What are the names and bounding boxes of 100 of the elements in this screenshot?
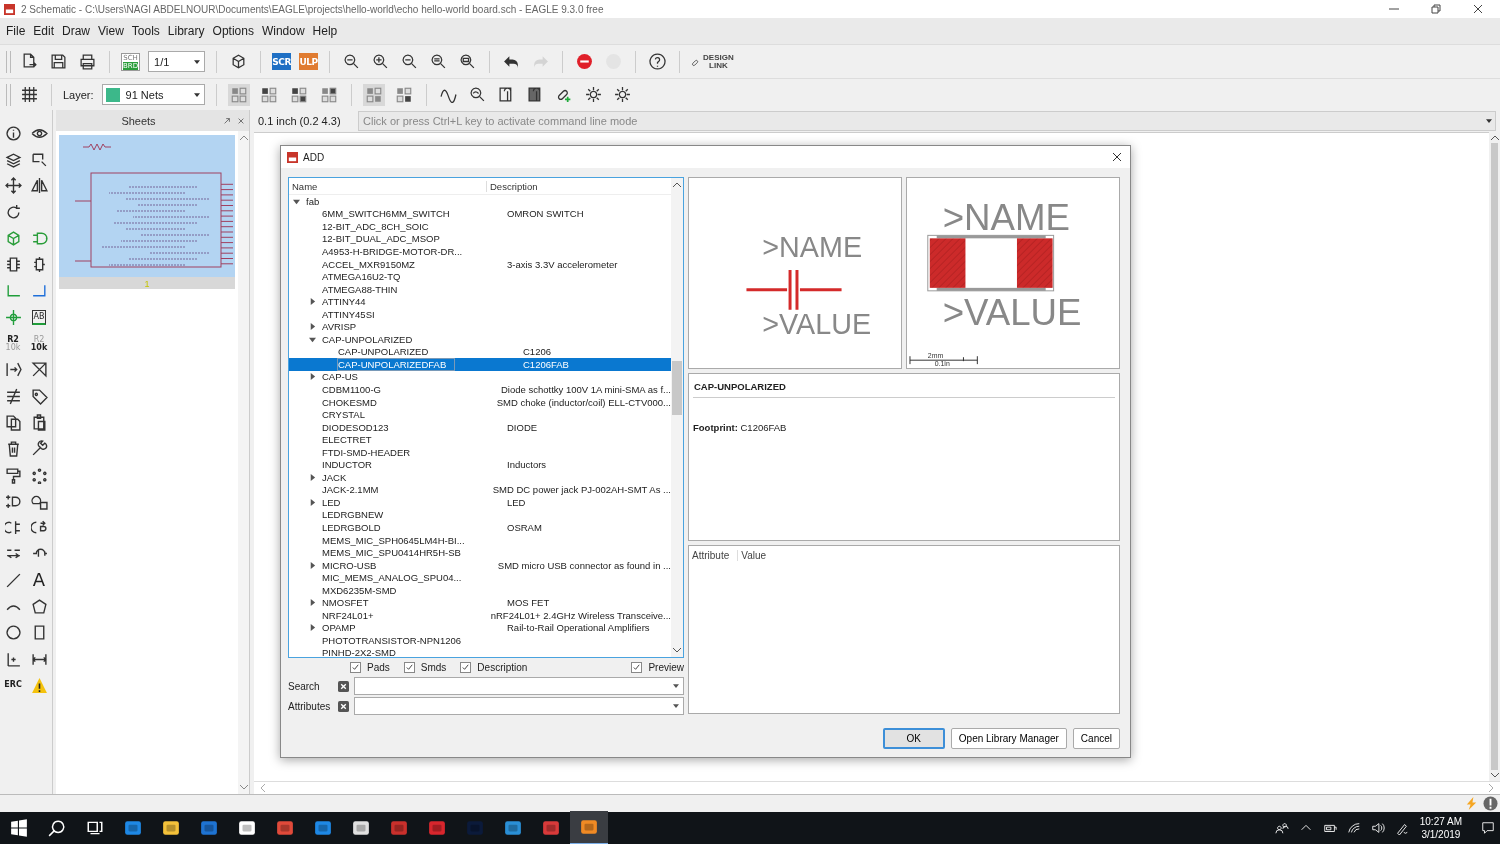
list-row[interactable]: 12-BIT_ADC_8CH_SOIC xyxy=(289,220,671,233)
restore-icon[interactable] xyxy=(1431,4,1441,14)
layers-icon[interactable] xyxy=(4,150,22,168)
clock-date[interactable]: 3/1/2019 xyxy=(1421,828,1461,841)
expand-arrow-icon[interactable] xyxy=(309,561,316,569)
command-field[interactable]: Click or press Ctrl+L key to activate command line mode xyxy=(358,111,1496,131)
preview-checkbox[interactable]: Preview xyxy=(631,661,684,673)
print-icon[interactable] xyxy=(77,51,98,72)
people-icon[interactable] xyxy=(1274,821,1289,835)
help-icon[interactable] xyxy=(647,51,669,72)
dropdown-arrow-icon[interactable] xyxy=(193,92,200,97)
list-row[interactable]: CAP-UNPOLARIZED xyxy=(289,333,671,346)
dialog-button[interactable]: Open Library Manager xyxy=(950,728,1067,749)
add-part-icon[interactable] xyxy=(4,229,22,247)
close-icon[interactable] xyxy=(1112,152,1122,162)
list-row[interactable]: CHOKESMD SMD choke (inductor/coil) ELL-CTV000... xyxy=(289,395,671,409)
dimension-icon[interactable] xyxy=(4,650,22,668)
mirror-icon[interactable] xyxy=(30,177,48,195)
dropdown-arrow-icon[interactable] xyxy=(673,704,679,708)
attributes-field[interactable] xyxy=(354,697,684,715)
erc-tool[interactable]: ERC xyxy=(4,681,22,690)
list-row[interactable]: MEMS_MIC_SPU0414HR5H-SB xyxy=(289,546,671,559)
menu-item[interactable]: Options xyxy=(208,24,258,38)
chip-icon[interactable] xyxy=(4,256,22,274)
clear-icon[interactable] xyxy=(338,700,349,712)
paste-icon[interactable] xyxy=(30,413,48,431)
list-row[interactable]: INDUCTOR Inductors xyxy=(289,458,671,472)
list-row[interactable]: CAP-UNPOLARIZED C1206 xyxy=(289,345,671,359)
menu-item[interactable]: Help xyxy=(308,24,342,38)
design-link-button[interactable]: DESIGN LINK xyxy=(691,53,734,70)
menu-item[interactable]: Draw xyxy=(58,24,95,38)
menu-item[interactable]: Library xyxy=(163,24,209,38)
list-row[interactable]: MIC_MEMS_ANALOG_SPU04... xyxy=(289,571,671,584)
menu-item[interactable]: Tools xyxy=(127,24,164,38)
slash-icon[interactable] xyxy=(30,361,48,379)
expand-arrow-icon[interactable] xyxy=(309,298,316,306)
info-icon[interactable] xyxy=(4,124,22,142)
select-icon[interactable] xyxy=(30,150,48,168)
scroll-down-icon[interactable] xyxy=(1490,773,1499,778)
menu-item[interactable]: Window xyxy=(257,24,309,38)
pen-icon[interactable] xyxy=(1394,821,1409,835)
split-icon[interactable] xyxy=(4,387,22,405)
copy-icon[interactable] xyxy=(4,413,22,431)
filter-checkbox[interactable]: Smds xyxy=(403,661,447,673)
list-row[interactable]: ATTINY44 xyxy=(289,295,671,308)
list-row[interactable]: NMOSFET MOS FET xyxy=(289,596,671,610)
paint-roller-icon[interactable] xyxy=(4,466,22,484)
scroll-up-icon[interactable] xyxy=(673,182,681,187)
scroll-up-icon[interactable] xyxy=(239,135,248,140)
list-row[interactable]: DIODESOD123 DIODE xyxy=(289,420,671,434)
list-row[interactable]: MEMS_MIC_SPH0645LM4H-BI... xyxy=(289,533,671,547)
list-row[interactable]: LEDRGBOLD OSRAM xyxy=(289,521,671,534)
list-row[interactable]: FTDI-SMD-HEADER xyxy=(289,445,671,459)
tag-icon[interactable] xyxy=(30,387,48,405)
column-header[interactable]: Value xyxy=(737,549,775,561)
junction-icon[interactable] xyxy=(4,308,22,326)
undock-icon[interactable] xyxy=(223,116,231,125)
list-row[interactable]: ATTINY45SI xyxy=(289,307,671,321)
expand-arrow-icon[interactable] xyxy=(309,498,316,506)
list-row[interactable]: LEDRGBNEW xyxy=(289,508,671,522)
notification-icon[interactable] xyxy=(1481,821,1495,835)
filter-checkbox[interactable]: Description xyxy=(460,661,528,673)
expand-arrow-icon[interactable] xyxy=(293,197,300,205)
dropdown-arrow-icon[interactable] xyxy=(1486,119,1492,123)
sheet-thumbnail-drawing[interactable] xyxy=(59,135,235,277)
list-row[interactable]: 6MM_SWITCH6MM_SWITCH OMRON SWITCH xyxy=(289,207,671,221)
filter-checkbox[interactable]: Pads xyxy=(350,661,390,673)
clear-icon[interactable] xyxy=(338,680,349,692)
scroll-up-icon[interactable] xyxy=(1490,135,1499,140)
close-icon[interactable] xyxy=(1473,4,1483,14)
text-tool[interactable]: A xyxy=(32,571,46,590)
list-row[interactable]: JACK xyxy=(289,471,671,484)
line-icon[interactable] xyxy=(4,571,22,589)
search-field[interactable] xyxy=(354,677,684,695)
expand-arrow-icon[interactable] xyxy=(309,323,316,331)
clock-time[interactable]: 10:27 AM xyxy=(1419,815,1462,828)
volume-icon[interactable] xyxy=(1370,821,1385,835)
list-row[interactable]: OPAMP Rail-to-Rail Operational Amplifiers xyxy=(289,621,671,635)
expand-arrow-icon[interactable] xyxy=(309,624,316,632)
list-row[interactable]: AVRISP xyxy=(289,320,671,333)
list-row[interactable]: ACCEL_MXR9150MZ 3-axis 3.3V accelerometer xyxy=(289,257,671,271)
scrollbar-thumb[interactable] xyxy=(1491,143,1498,770)
list-row[interactable]: CRYSTAL xyxy=(289,408,671,421)
expand-arrow-icon[interactable] xyxy=(309,373,316,381)
rotate-icon[interactable] xyxy=(4,203,22,221)
warning-icon[interactable] xyxy=(30,676,48,694)
column-header[interactable]: Attribute xyxy=(689,549,738,561)
pentagon-icon[interactable] xyxy=(30,598,48,615)
column-header[interactable]: Description xyxy=(487,180,538,192)
grid-icon[interactable] xyxy=(19,84,40,105)
list-row[interactable]: A4953-H-BRIDGE-MOTOR-DR... xyxy=(289,245,671,258)
gate-icon[interactable] xyxy=(30,229,48,247)
script-button[interactable]: SCR xyxy=(272,53,292,70)
scroll-down-icon[interactable] xyxy=(673,648,681,653)
gate-plus-icon[interactable] xyxy=(4,492,22,510)
list-row[interactable]: CAP-US xyxy=(289,370,671,384)
list-row[interactable]: ATMEGA88-THIN xyxy=(289,282,671,296)
sheet-select[interactable]: 1/1 xyxy=(148,51,206,72)
list-row[interactable]: 12-BIT_DUAL_ADC_MSOP xyxy=(289,232,671,246)
list-row[interactable]: JACK-2.1MM SMD DC power jack PJ-002AH-SMT As ... xyxy=(289,483,671,497)
